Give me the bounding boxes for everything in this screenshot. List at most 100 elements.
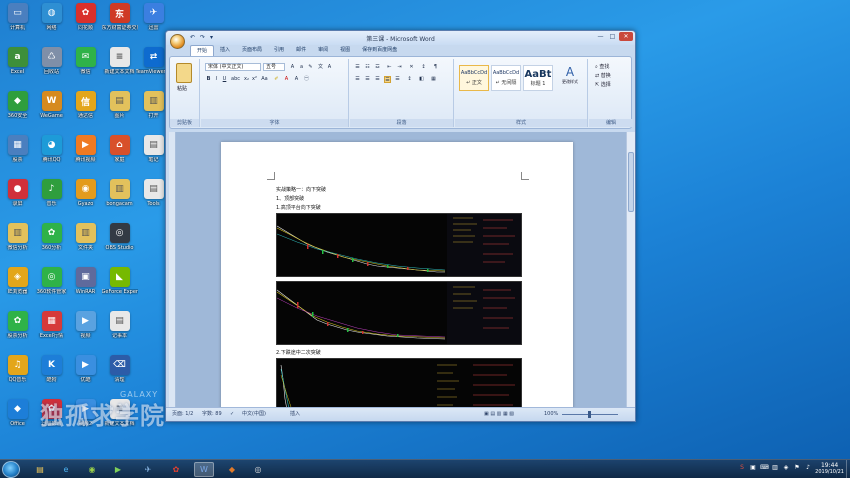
desktop-icon[interactable]: ▦ 股票 [1,135,34,173]
font-color-icon[interactable]: A [283,76,290,83]
desktop-icon[interactable]: ● 录屏 [1,179,34,217]
tray-app-icon[interactable]: ▣ [749,464,757,472]
stock-app-icon[interactable]: ✿ [166,462,186,477]
tab-baidu-netdisk[interactable]: 保存到百度网盘 [356,45,403,56]
desktop-icon[interactable]: ◆ Office [1,399,34,437]
strikethrough-icon[interactable]: abc [231,76,240,83]
desktop-icon[interactable]: 信通达信 [69,91,102,129]
obs-taskbar-icon[interactable]: ◎ [248,462,268,477]
desktop-icon[interactable]: ▦ Excel行情 [35,311,68,349]
justify-icon[interactable]: ☰ [384,76,391,83]
distribute-icon[interactable]: ☰ [394,76,401,83]
desktop-icon[interactable]: ♫ QQ音乐 [1,355,34,393]
align-right-icon[interactable]: ☰ [374,76,381,83]
desktop-icon[interactable]: ▤ 图片 [103,91,136,129]
style-heading-1[interactable]: AaBt 标题 1 [523,65,553,91]
ppt-taskbar-icon[interactable]: ◆ [222,462,242,477]
desktop-icon[interactable]: ◍ 网络 [35,3,68,41]
desktop-icon[interactable]: K 酷狗 [35,355,68,393]
desktop-icon[interactable]: ♪ 音乐 [35,179,68,217]
zoom-level[interactable]: 100% [544,408,558,421]
tray-shield-icon[interactable]: ◈ [782,464,790,472]
desktop-icon[interactable]: ▶ 腾讯视频 [69,135,102,173]
bullets-icon[interactable]: ☰ [354,64,361,71]
tab-page-layout[interactable]: 页面布局 [236,45,268,56]
desktop-icon[interactable]: ✉ 微信 [69,47,102,85]
desktop-icon[interactable]: ✿ 同花顺 [69,3,102,41]
line-spacing-icon[interactable]: ↕ [406,76,413,83]
show-desktop-button[interactable] [846,460,850,478]
stock-chart-image-1[interactable] [276,213,522,277]
desktop-icon[interactable]: ▣ WinRAR [69,267,102,305]
desktop-icon[interactable]: 东东方财富证券交易 [102,3,138,41]
tab-mailings[interactable]: 邮件 [290,45,312,56]
desktop-icon[interactable]: ⌫ 清理 [103,355,136,393]
keyboard-icon[interactable]: ⌨ [760,464,769,472]
phonetic-icon[interactable]: 文 [317,64,324,71]
proofing-icon[interactable]: ✓ [230,408,234,421]
volume-icon[interactable]: ♪ [804,464,812,472]
desktop-icon[interactable]: ◎ OBS Studio [103,223,136,261]
scrollbar-thumb[interactable] [628,152,634,212]
clock[interactable]: 19:44 2019/10/21 [815,462,844,476]
stock-chart-image-3[interactable] [276,358,522,407]
shrink-font-icon[interactable]: a [298,64,305,71]
vertical-scrollbar[interactable] [626,132,635,407]
explorer-icon[interactable]: ▤ [30,462,50,477]
char-border-icon[interactable]: A [326,64,333,71]
align-left-icon[interactable]: ☰ [354,76,361,83]
font-family-select[interactable]: 宋体 (中文正文) [205,63,261,71]
align-center-icon[interactable]: ☰ [364,76,371,83]
insert-mode[interactable]: 插入 [290,408,300,421]
desktop-icon[interactable]: ≡ 新建文本文档 [103,47,136,85]
italic-icon[interactable]: I [213,76,220,83]
replace-button[interactable]: ⇄ 替换 [595,72,611,79]
tab-view[interactable]: 视图 [334,45,356,56]
document-page[interactable]: 实战策略一：向下突破 1、顶部突破 1.高顶平台向下突破 2.下跌途中二次突破 [221,142,573,407]
stock-chart-image-2[interactable] [276,281,522,345]
ie-icon[interactable]: e [56,462,76,477]
word-taskbar-icon[interactable]: W [194,462,214,477]
document-body[interactable]: 实战策略一：向下突破 1、顶部突破 1.高顶平台向下突破 2.下跌途中二次突破 [276,186,526,407]
language-indicator[interactable]: 中文(中国) [242,408,266,421]
document-area[interactable]: 实战策略一：向下突破 1、顶部突破 1.高顶平台向下突破 2.下跌途中二次突破 [169,132,626,407]
bold-icon[interactable]: B [205,76,212,83]
desktop-icon[interactable]: ▶ 视频 [69,311,102,349]
maximize-button[interactable]: □ [607,32,618,41]
chinese-layout-icon[interactable]: ✕ [408,64,415,71]
desktop-icon[interactable]: ◎ 360软件管家 [35,267,68,305]
clear-format-icon[interactable]: ✎ [307,64,314,71]
paste-button[interactable]: 粘贴 [177,85,187,92]
thunder-icon[interactable]: ✈ [138,462,158,477]
word-count[interactable]: 字数: 89 [202,408,222,421]
page-count[interactable]: 页面: 1/2 [172,408,193,421]
flag-icon[interactable]: ⚑ [793,464,801,472]
desktop-icon[interactable]: ◆ 360安全 [1,91,34,129]
select-button[interactable]: ⇱ 选择 [595,81,611,88]
show-marks-icon[interactable]: ¶ [432,64,439,71]
desktop-icon[interactable]: ▤ 记事本 [103,311,136,349]
underline-icon[interactable]: U [221,76,228,83]
numbering-icon[interactable]: ☷ [364,64,371,71]
char-shading-icon[interactable]: A [293,76,300,83]
desktop-icon[interactable]: ◕ 腾讯QQ [35,135,68,173]
desktop-icon[interactable]: W WeGame [35,91,68,129]
player-icon[interactable]: ▶ [108,462,128,477]
paste-icon[interactable] [176,63,192,83]
increase-indent-icon[interactable]: ⇥ [396,64,403,71]
desktop-icon[interactable]: ▥ 微信分析 [1,223,34,261]
highlight-icon[interactable]: ✐ [273,76,280,83]
desktop-icon[interactable]: ◉ Gyazo [69,179,102,217]
subscript-icon[interactable]: x₂ [243,76,250,83]
desktop-icon[interactable]: ✿ 股票分析 [1,311,34,349]
find-button[interactable]: ⌕ 查找 [595,63,609,70]
style-normal[interactable]: AaBbCcDd ↵ 正文 [459,65,489,91]
enclose-char-icon[interactable]: ㊀ [303,76,310,83]
media-player-icon[interactable]: ◉ [82,462,102,477]
sort-icon[interactable]: ↕ [420,64,427,71]
desktop-icon[interactable]: ▥ bongacam [103,179,136,217]
decrease-indent-icon[interactable]: ⇤ [386,64,393,71]
desktop-icon[interactable]: ▭ 计算机 [1,3,34,41]
style-no-spacing[interactable]: AaBbCcDd ↵ 无间隔 [491,65,521,91]
start-button[interactable] [2,461,20,478]
